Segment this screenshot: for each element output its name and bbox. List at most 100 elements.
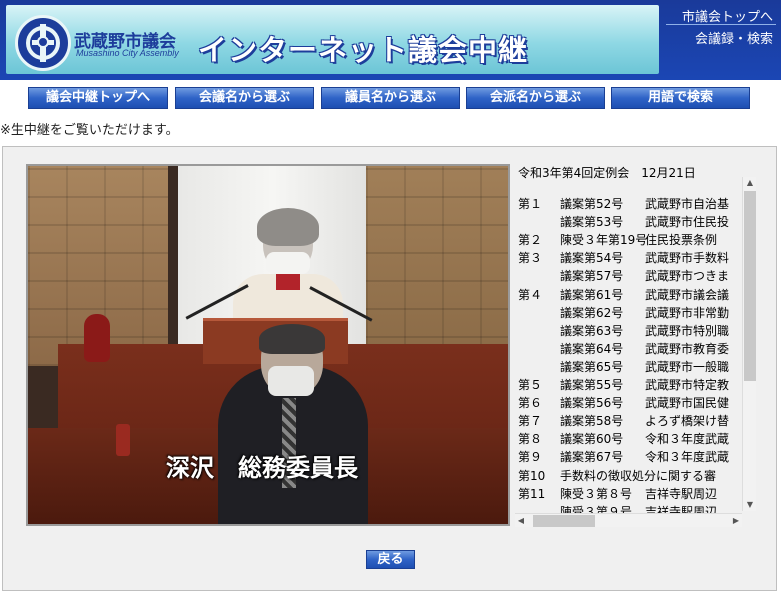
agenda-item-id: 議案第61号 (560, 287, 624, 302)
agenda-item-title: 武蔵野市非常勤 (645, 305, 730, 320)
video-player[interactable]: 深沢 総務委員長 (26, 164, 510, 526)
nav-by-faction-button[interactable]: 会派名から選ぶ (466, 87, 605, 109)
scroll-right-icon[interactable]: ▶ (730, 514, 742, 528)
video-speaker-mask (266, 252, 310, 274)
scroll-down-icon[interactable]: ▼ (743, 499, 757, 511)
agenda-row[interactable]: 陳受３第９号 吉祥寺駅周辺 (518, 503, 758, 513)
agenda-item-title: 武蔵野市議会議 (645, 287, 730, 302)
agenda-item-id: 陳受３第９号 (560, 504, 633, 513)
agenda-item-id: 議案第54号 (560, 251, 624, 266)
vertical-scroll-thumb[interactable] (744, 191, 756, 381)
agenda-row[interactable]: 議案第62号 武蔵野市非常勤 (518, 304, 758, 322)
site-header: 武蔵野市議会 Musashino City Assembly インターネット議会… (0, 0, 781, 80)
video-speaker-hair (257, 208, 319, 246)
agenda-row[interactable]: 議案第64号 武蔵野市教育委 (518, 340, 758, 358)
agenda-number: 第５ (518, 378, 543, 392)
agenda-horizontal-scrollbar[interactable]: ◀ ▶ (515, 513, 742, 527)
agenda-row[interactable]: 議案第53号 武蔵野市住民投 (518, 213, 758, 231)
agenda-row[interactable]: 第10 手数料の徴収処分に関する審 (518, 467, 758, 485)
video-vase (84, 314, 110, 362)
agenda-number: 第３ (518, 251, 543, 266)
assembly-logo-sub: Musashino City Assembly (76, 48, 179, 58)
live-notice: ※生中継をご覧いただけます。 (0, 123, 179, 138)
video-chair-hair (259, 324, 325, 354)
agenda-row[interactable]: 議案第65号 武蔵野市一般職 (518, 358, 758, 376)
agenda-item-title: 住民投票条例 (645, 233, 718, 248)
agenda-item-title: 吉祥寺駅周辺 (645, 504, 718, 513)
agenda-row[interactable]: 第８ 議案第60号 令和３年度武蔵 (518, 430, 758, 448)
agenda-number: 第１ (518, 197, 543, 211)
site-title: インターネット議会中継 (198, 33, 529, 67)
agenda-item-id: 議案第57号 (560, 269, 624, 284)
nav-by-member-button[interactable]: 議員名から選ぶ (321, 87, 460, 109)
agenda-item-title: 武蔵野市国民健 (645, 396, 730, 411)
agenda-number: 第４ (518, 287, 543, 302)
horizontal-scroll-thumb[interactable] (533, 515, 595, 527)
agenda-item-title: 武蔵野市特別職 (645, 323, 730, 338)
agenda-item-title: 吉祥寺駅周辺 (645, 486, 718, 501)
minutes-search-link[interactable]: 会議録・検索 (695, 28, 773, 47)
agenda-item-id: 議案第65号 (560, 359, 624, 374)
agenda-number: 第６ (518, 396, 543, 411)
agenda-list[interactable]: 令和3年第4回定例会 12月21日 第１ 議案第52号 武蔵野市自治基 議案第53号武… (518, 161, 758, 513)
agenda-row[interactable]: 議案第63号 武蔵野市特別職 (518, 322, 758, 340)
scroll-up-icon[interactable]: ▲ (743, 177, 757, 189)
video-cup (116, 424, 130, 456)
back-button[interactable]: 戻る (366, 550, 415, 569)
agenda-number: 第７ (518, 414, 543, 429)
agenda-item-title: 武蔵野市教育委 (645, 341, 730, 356)
agenda-number: 第２ (518, 233, 543, 248)
nav-by-meeting-button[interactable]: 会議名から選ぶ (175, 87, 314, 109)
main-nav: 議会中継トップへ 会議名から選ぶ 議員名から選ぶ 会派名から選ぶ 用語で検索 (28, 87, 758, 109)
agenda-item-title: 武蔵野市特定教 (645, 378, 730, 392)
agenda-item-id: 議案第63号 (560, 323, 624, 338)
video-wall-right (366, 166, 508, 366)
agenda-item-id: 議案第56号 (560, 396, 624, 411)
agenda-number: 第９ (518, 450, 543, 465)
agenda-item-title: 武蔵野市自治基 (645, 197, 730, 211)
agenda-item-id: 議案第58号 (560, 414, 624, 429)
agenda-item-id: 議案第62号 (560, 305, 624, 320)
agenda-item-title: 武蔵野市つきま (645, 269, 730, 284)
agenda-item-id: 議案第55号 (560, 378, 624, 392)
agenda-item-id: 議案第67号 (560, 450, 624, 465)
assembly-top-link[interactable]: 市議会トップへ (682, 6, 773, 25)
agenda-row[interactable]: 第11 陳受３第８号 吉祥寺駅周辺 (518, 485, 758, 503)
agenda-number: 第８ (518, 432, 543, 447)
emblem-center (37, 36, 49, 48)
agenda-number: 第11 (518, 486, 546, 501)
agenda-row[interactable]: 第６ 議案第56号 武蔵野市国民健 (518, 394, 758, 412)
nav-term-search-button[interactable]: 用語で検索 (611, 87, 750, 109)
agenda-item-id: 陳受３年第19号 (560, 233, 648, 248)
agenda-row[interactable]: 第４ 議案第61号 武蔵野市議会議 (518, 286, 758, 304)
header-banner: 武蔵野市議会 Musashino City Assembly インターネット議会… (6, 5, 659, 74)
agenda-item-id: 議案第53号 (560, 215, 624, 230)
agenda-number: 第10 (518, 468, 546, 483)
agenda-row[interactable]: 第７ 議案第58号 よろず橋架け替 (518, 412, 758, 430)
agenda-heading: 令和3年第4回定例会 12月21日 (518, 166, 696, 180)
video-speaker-scarf (276, 272, 300, 290)
video-chair-mask (268, 366, 314, 396)
header-link-divider (666, 24, 776, 25)
agenda-item-id: 議案第64号 (560, 341, 624, 356)
nav-broadcast-top-button[interactable]: 議会中継トップへ (28, 87, 168, 109)
agenda-row[interactable]: 第３ 議案第54号 武蔵野市手数料 (518, 249, 758, 267)
agenda-row[interactable]: 第５ 議案第55号 武蔵野市特定教 (518, 376, 758, 394)
agenda-item-title: 令和３年度武蔵 (645, 432, 730, 447)
agenda-item-id: 議案第60号 (560, 432, 624, 447)
agenda-row[interactable]: 第１ 議案第52号 武蔵野市自治基 (518, 195, 758, 213)
city-emblem-icon (15, 15, 71, 71)
agenda-row[interactable]: 議案第57号 武蔵野市つきま (518, 267, 758, 285)
video-caption: 深沢 総務委員長 (166, 454, 358, 482)
agenda-item-title: 武蔵野市住民投 (645, 215, 730, 230)
agenda-item-title: よろず橋架け替 (645, 414, 730, 429)
agenda-row[interactable]: 第２ 陳受３年第19号 住民投票条例 (518, 231, 758, 249)
agenda-item-title: 令和３年度武蔵 (645, 450, 730, 465)
agenda-row[interactable]: 第９ 議案第67号 令和３年度武蔵 (518, 448, 758, 466)
agenda-item-title: 武蔵野市一般職 (645, 359, 730, 374)
agenda-vertical-scrollbar[interactable]: ▲ ▼ (742, 177, 756, 511)
agenda-item-title: 武蔵野市手数料 (645, 251, 730, 266)
agenda-item-id: 手数料の徴収処分に関する審 (560, 468, 717, 483)
scroll-left-icon[interactable]: ◀ (515, 514, 527, 528)
agenda-item-id: 陳受３第８号 (560, 486, 633, 501)
